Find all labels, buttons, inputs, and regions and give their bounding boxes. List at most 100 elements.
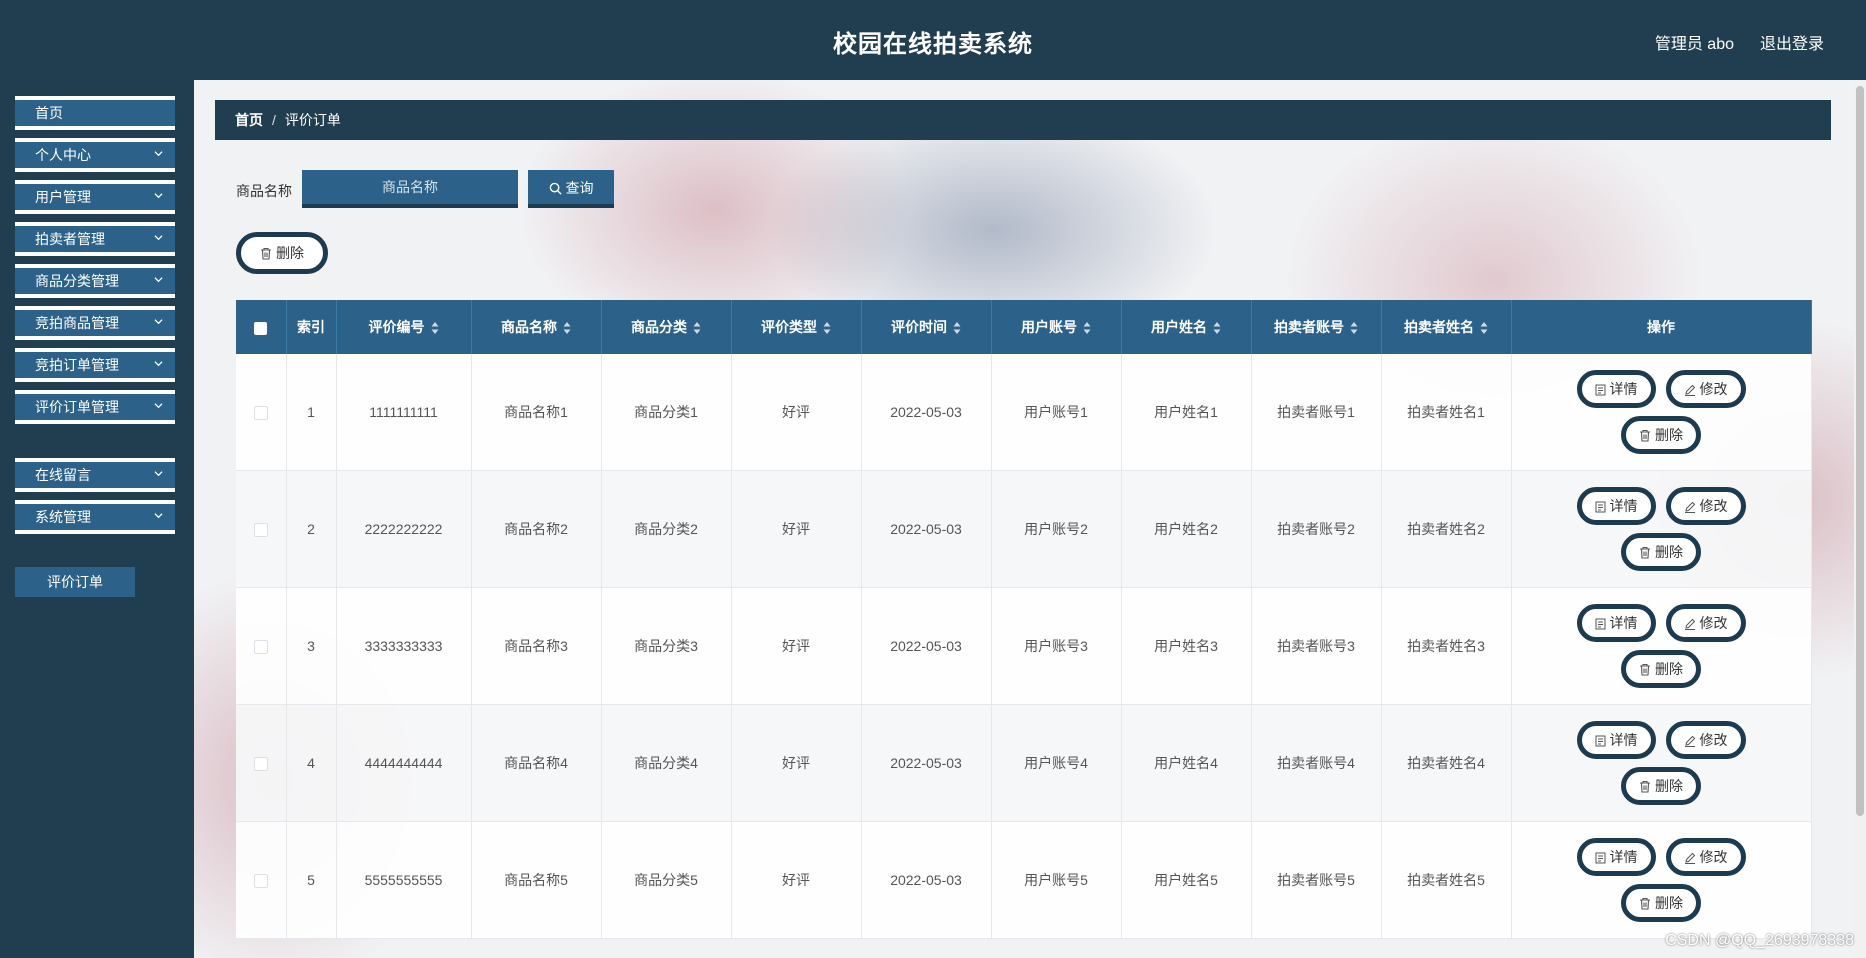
delete-button[interactable]: 删除	[1621, 884, 1701, 922]
scrollbar-thumb[interactable]	[1856, 86, 1864, 816]
sidebar-item-label: 评价订单管理	[35, 399, 119, 415]
delete-button[interactable]: 删除	[1621, 767, 1701, 805]
edit-button-label: 修改	[1699, 615, 1728, 631]
scrollbar[interactable]	[1854, 80, 1866, 958]
delete-button[interactable]: 删除	[1621, 533, 1701, 571]
cell-review-code: 3333333333	[336, 587, 472, 705]
sidebar-item-sellers[interactable]: 拍卖者管理	[15, 222, 175, 256]
row-select-cell[interactable]	[236, 587, 287, 705]
sort-icon[interactable]	[1213, 321, 1221, 335]
logout-link[interactable]: 退出登录	[1760, 30, 1824, 54]
detail-button-label: 详情	[1609, 381, 1638, 397]
cell-review-time: 2022-05-03	[861, 587, 992, 705]
column-header-review-type[interactable]: 评价类型	[731, 300, 862, 354]
detail-button[interactable]: 详情	[1576, 721, 1656, 759]
sidebar-item-auction-products[interactable]: 竞拍商品管理	[15, 306, 175, 340]
sidebar-item-review-orders[interactable]: 评价订单管理	[15, 390, 175, 424]
table-row[interactable]: 1 1111111111 商品名称1 商品分类1 好评 2022-05-03 用…	[236, 354, 1812, 471]
row-select-cell[interactable]	[236, 470, 287, 588]
search-button[interactable]: 查询	[528, 170, 614, 208]
sidebar-item-label: 竞拍商品管理	[35, 315, 119, 331]
sort-icon[interactable]	[563, 321, 571, 335]
detail-button[interactable]: 详情	[1576, 838, 1656, 876]
chevron-down-icon	[154, 361, 163, 367]
product-name-search-input[interactable]	[302, 170, 518, 208]
sidebar-subitem-review-order[interactable]: 评价订单	[15, 567, 135, 597]
cell-review-type: 好评	[731, 821, 862, 939]
search-icon	[549, 182, 562, 195]
cell-product-category: 商品分类5	[601, 821, 732, 939]
cell-review-time: 2022-05-03	[861, 821, 992, 939]
sidebar-item-home[interactable]: 首页	[15, 96, 175, 130]
cell-seller-name: 拍卖者姓名4	[1381, 704, 1512, 822]
column-header-product-category[interactable]: 商品分类	[601, 300, 732, 354]
cell-review-code: 2222222222	[336, 470, 472, 588]
edit-button[interactable]: 修改	[1665, 721, 1746, 759]
row-checkbox[interactable]	[253, 757, 268, 772]
sidebar-item-system[interactable]: 系统管理	[15, 500, 175, 534]
column-header-product-name[interactable]: 商品名称	[471, 300, 602, 354]
cell-seller-account: 拍卖者账号3	[1251, 587, 1382, 705]
cell-actions: 详情 修改 删除	[1511, 470, 1812, 588]
bulk-delete-label: 删除	[276, 245, 304, 261]
sort-icon[interactable]	[823, 321, 831, 335]
trash-icon	[1640, 546, 1650, 559]
column-header-label: 商品名称	[501, 319, 557, 335]
row-select-cell[interactable]	[236, 821, 287, 939]
column-header-user-name[interactable]: 用户姓名	[1121, 300, 1252, 354]
sidebar-item-users[interactable]: 用户管理	[15, 180, 175, 214]
table-row[interactable]: 2 2222222222 商品名称2 商品分类2 好评 2022-05-03 用…	[236, 470, 1812, 588]
sidebar-item-messages[interactable]: 在线留言	[15, 458, 175, 492]
table-row[interactable]: 3 3333333333 商品名称3 商品分类3 好评 2022-05-03 用…	[236, 587, 1812, 705]
select-all-header[interactable]	[236, 300, 287, 354]
sort-icon[interactable]	[1350, 321, 1358, 335]
sort-icon[interactable]	[1480, 321, 1488, 335]
sort-icon[interactable]	[953, 321, 961, 335]
chevron-down-icon	[154, 151, 163, 157]
cell-user-name: 用户姓名1	[1121, 354, 1252, 471]
edit-button[interactable]: 修改	[1665, 487, 1746, 525]
table-row[interactable]: 5 5555555555 商品名称5 商品分类5 好评 2022-05-03 用…	[236, 821, 1812, 939]
row-checkbox[interactable]	[253, 640, 268, 655]
sort-icon[interactable]	[431, 321, 439, 335]
row-select-cell[interactable]	[236, 704, 287, 822]
delete-button[interactable]: 删除	[1621, 650, 1701, 688]
delete-button-label: 删除	[1655, 544, 1683, 560]
delete-button[interactable]: 删除	[1621, 416, 1701, 454]
sidebar-item-profile[interactable]: 个人中心	[15, 138, 175, 172]
detail-button[interactable]: 详情	[1576, 370, 1656, 408]
detail-button[interactable]: 详情	[1576, 487, 1656, 525]
sort-icon[interactable]	[1083, 321, 1091, 335]
column-header-seller-account[interactable]: 拍卖者账号	[1251, 300, 1382, 354]
row-checkbox[interactable]	[253, 406, 268, 421]
sort-icon[interactable]	[693, 321, 701, 335]
column-header-seller-name[interactable]: 拍卖者姓名	[1381, 300, 1512, 354]
document-icon	[1595, 618, 1605, 630]
edit-icon	[1684, 501, 1695, 513]
edit-button[interactable]: 修改	[1665, 604, 1746, 642]
delete-button-label: 删除	[1655, 778, 1683, 794]
cell-seller-name: 拍卖者姓名1	[1381, 354, 1512, 471]
column-header-review-code[interactable]: 评价编号	[336, 300, 472, 354]
detail-button[interactable]: 详情	[1576, 604, 1656, 642]
table-row[interactable]: 4 4444444444 商品名称4 商品分类4 好评 2022-05-03 用…	[236, 704, 1812, 822]
document-icon	[1595, 735, 1605, 747]
breadcrumb-current: 评价订单	[284, 112, 341, 128]
breadcrumb-home[interactable]: 首页	[235, 112, 263, 128]
edit-button[interactable]: 修改	[1665, 370, 1746, 408]
top-header: 校园在线拍卖系统 管理员 abo 退出登录	[0, 0, 1866, 80]
row-checkbox[interactable]	[253, 874, 268, 889]
column-header-user-account[interactable]: 用户账号	[991, 300, 1122, 354]
bulk-delete-button[interactable]: 删除	[236, 232, 328, 274]
cell-user-name: 用户姓名5	[1121, 821, 1252, 939]
cell-seller-account: 拍卖者账号1	[1251, 354, 1382, 471]
row-select-cell[interactable]	[236, 354, 287, 471]
sidebar-item-categories[interactable]: 商品分类管理	[15, 264, 175, 298]
select-all-checkbox[interactable]	[254, 321, 268, 335]
edit-button[interactable]: 修改	[1665, 838, 1746, 876]
row-checkbox[interactable]	[253, 523, 268, 538]
sidebar-item-auction-orders[interactable]: 竞拍订单管理	[15, 348, 175, 382]
column-header-review-time[interactable]: 评价时间	[861, 300, 992, 354]
trash-icon	[1640, 780, 1650, 793]
column-header-label: 用户账号	[1021, 319, 1077, 335]
